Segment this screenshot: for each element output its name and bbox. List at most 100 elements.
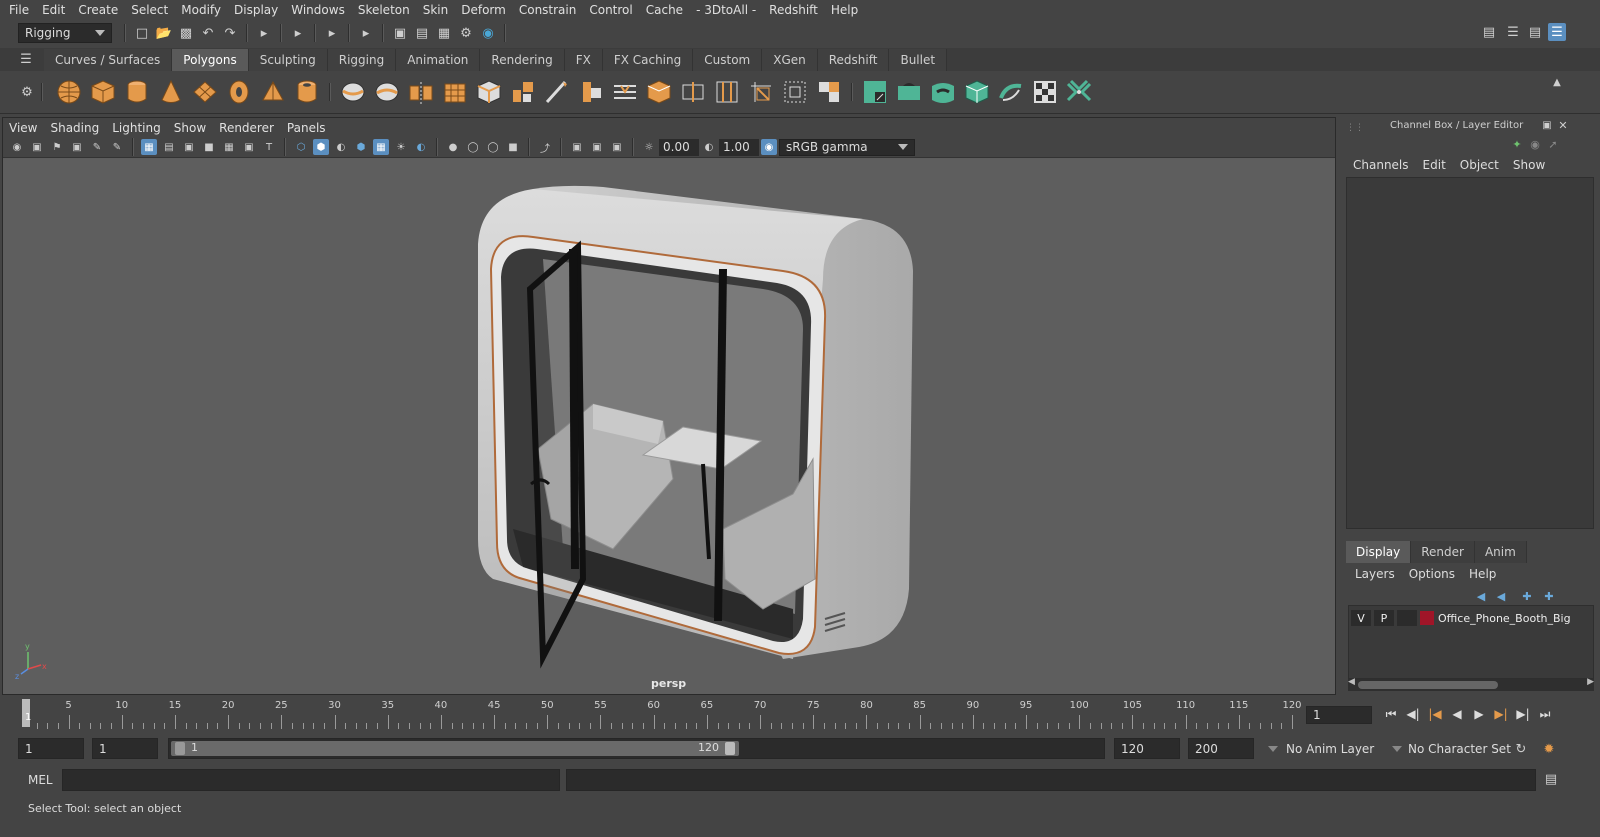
hyperbolic-icon[interactable]: ➚	[1544, 135, 1562, 153]
extrude-icon[interactable]	[509, 77, 537, 107]
scroll-right-icon[interactable]: ▶	[1587, 677, 1594, 687]
speed-icon[interactable]: ◉	[1526, 135, 1544, 153]
depth-of-field-icon[interactable]: ■	[505, 139, 521, 155]
playback-start-field[interactable]: 1	[92, 738, 158, 759]
move-layer-down-icon[interactable]: ◀	[1492, 587, 1510, 605]
use-default-material-icon[interactable]: ◐	[333, 139, 349, 155]
poly-plane-icon[interactable]	[191, 77, 219, 107]
shelf-tab-curves-surfaces[interactable]: Curves / Surfaces	[44, 48, 173, 71]
menu-control[interactable]: Control	[589, 3, 632, 17]
script-editor-icon[interactable]: ▤	[1542, 770, 1560, 788]
shelf-menu-icon[interactable]: ☰	[18, 51, 34, 69]
menu-display[interactable]: Display	[234, 3, 278, 17]
menu-modify[interactable]: Modify	[181, 3, 221, 17]
poly-pipe-icon[interactable]	[293, 77, 321, 107]
gate-mask-icon[interactable]: ■	[201, 139, 217, 155]
channel-box-area[interactable]	[1346, 177, 1594, 529]
viewport-menu-shading[interactable]: Shading	[50, 121, 99, 135]
merge-icon[interactable]	[611, 77, 639, 107]
field-chart-icon[interactable]: ▦	[221, 139, 237, 155]
current-frame-field[interactable]: 1	[1306, 706, 1372, 724]
render-frame-icon[interactable]: ▤	[413, 24, 431, 42]
checker-map-icon[interactable]	[1031, 77, 1059, 107]
character-set-dropdown[interactable]: No Character Set	[1386, 738, 1511, 759]
menu-edit[interactable]: Edit	[42, 3, 65, 17]
range-slider-handle[interactable]: 1 120	[171, 741, 739, 756]
target-weld-icon[interactable]	[645, 77, 673, 107]
shelf-tab-rigging[interactable]: Rigging	[327, 48, 397, 71]
menu-select[interactable]: Select	[131, 3, 168, 17]
shelf-tab-polygons[interactable]: Polygons	[172, 48, 249, 71]
select-camera-icon[interactable]: ◉	[9, 139, 25, 155]
cylindrical-map-icon[interactable]	[929, 77, 957, 107]
reduce-icon[interactable]	[815, 77, 843, 107]
layer-list-scrollbar[interactable]: ◀ ▶	[1348, 677, 1594, 691]
render-view-icon[interactable]: ▣	[391, 24, 409, 42]
menu-set-dropdown[interactable]: Rigging	[18, 23, 112, 43]
menu-redshift[interactable]: Redshift	[769, 3, 818, 17]
shelf-tab-redshift[interactable]: Redshift	[817, 48, 890, 71]
mirror-icon[interactable]	[407, 77, 435, 107]
color-management-icon[interactable]: ◉	[761, 139, 777, 155]
shelf-tab-sculpting[interactable]: Sculpting	[248, 48, 328, 71]
command-language-label[interactable]: MEL	[28, 773, 53, 787]
motion-blur-icon[interactable]: ◯	[465, 139, 481, 155]
shelf-scroll-icon[interactable]: ▲	[1548, 73, 1566, 91]
anim-layer-dropdown[interactable]: No Anim Layer	[1262, 738, 1386, 759]
layer-tab-display[interactable]: Display	[1346, 541, 1412, 563]
channel-box-menu-channels[interactable]: Channels	[1353, 158, 1409, 172]
bridge-icon[interactable]	[577, 77, 605, 107]
xray-joints-icon[interactable]: ▣	[589, 139, 605, 155]
go-to-end-icon[interactable]: ⏭	[1536, 705, 1554, 723]
smooth-icon[interactable]	[441, 77, 469, 107]
animation-preferences-icon[interactable]: ✹	[1540, 740, 1558, 758]
range-start-grip[interactable]	[175, 742, 185, 755]
new-layer-icon[interactable]: ✚	[1518, 587, 1536, 605]
step-back-frame-icon[interactable]: |◀	[1426, 705, 1444, 723]
layer-row[interactable]: V P Office_Phone_Booth_Big	[1351, 609, 1593, 627]
play-backwards-icon[interactable]: ◀	[1448, 705, 1466, 723]
multi-cut-icon[interactable]	[543, 77, 571, 107]
ipr-render-icon[interactable]: ▦	[435, 24, 453, 42]
layer-display-type-toggle[interactable]	[1397, 610, 1417, 626]
poly-cube-icon[interactable]	[89, 77, 117, 107]
anti-aliasing-icon[interactable]: ◯	[485, 139, 501, 155]
auto-key-icon[interactable]: ↻	[1512, 740, 1530, 758]
layer-tab-anim[interactable]: Anim	[1474, 541, 1527, 563]
shelf-tab-fx-caching[interactable]: FX Caching	[602, 48, 694, 71]
append-polygon-icon[interactable]	[781, 77, 809, 107]
isolate-select-icon[interactable]: ⤴	[537, 139, 553, 155]
menu-file[interactable]: File	[9, 3, 29, 17]
attribute-editor-icon[interactable]: ☰	[1504, 23, 1522, 41]
scroll-left-icon[interactable]: ◀	[1348, 677, 1355, 687]
menu-skeleton[interactable]: Skeleton	[358, 3, 410, 17]
exposure-field[interactable]: 0.00	[659, 138, 699, 156]
shelf-tab-xgen[interactable]: XGen	[762, 48, 818, 71]
render-settings-icon[interactable]: ⚙	[457, 24, 475, 42]
viewport-menu-show[interactable]: Show	[174, 121, 206, 135]
screen-space-ao-icon[interactable]: ●	[445, 139, 461, 155]
camera-attributes-icon[interactable]: ▣	[29, 139, 45, 155]
automatic-map-icon[interactable]	[963, 77, 991, 107]
layer-menu-options[interactable]: Options	[1409, 567, 1455, 581]
save-scene-icon[interactable]: ▩	[177, 24, 195, 42]
step-forward-key-icon[interactable]: ▶|	[1514, 705, 1532, 723]
scene-end-field[interactable]: 200	[1188, 738, 1254, 759]
bevel-icon[interactable]	[475, 77, 503, 107]
snap-grid-icon[interactable]: ▸	[289, 24, 307, 42]
viewport-menu-lighting[interactable]: Lighting	[112, 121, 161, 135]
layer-color-swatch[interactable]	[1420, 611, 1434, 625]
select-by-hierarchy-icon[interactable]: ▸	[255, 24, 273, 42]
exposure-icon[interactable]: ☼	[641, 139, 657, 155]
gamma-icon[interactable]: ◐	[701, 139, 717, 155]
menu-create[interactable]: Create	[78, 3, 118, 17]
range-end-grip[interactable]	[725, 742, 735, 755]
view-transform-dropdown[interactable]: sRGB gamma	[779, 138, 915, 156]
safe-title-icon[interactable]: T	[261, 139, 277, 155]
safe-action-icon[interactable]: ▣	[241, 139, 257, 155]
poly-cone-icon[interactable]	[157, 77, 185, 107]
shelf-tab-fx[interactable]: FX	[564, 48, 603, 71]
inputs-icon[interactable]: ▸	[357, 24, 375, 42]
xray-components-icon[interactable]: ▣	[609, 139, 625, 155]
menu-help[interactable]: Help	[831, 3, 858, 17]
